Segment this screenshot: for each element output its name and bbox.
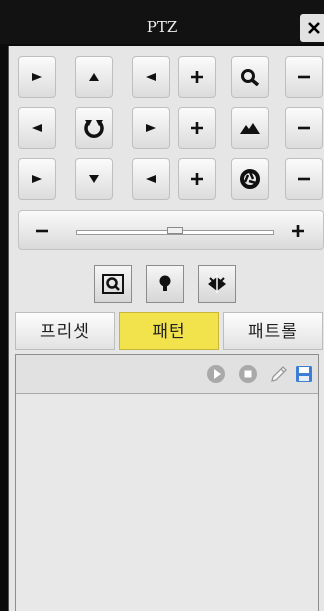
pan-left-button[interactable] [18, 107, 56, 149]
arrow-down-right-icon [146, 175, 156, 183]
list-toolbar [16, 355, 318, 394]
home-reset-icon [84, 120, 104, 138]
tab-patrol[interactable]: 패트롤 [223, 312, 323, 350]
pan-up-right-button[interactable] [132, 56, 170, 98]
zoom-in-button[interactable] [178, 56, 216, 98]
ptz-panel: 프리셋 패턴 패트롤 [8, 46, 324, 611]
iris-icon [240, 169, 260, 189]
minus-icon [298, 75, 310, 79]
tab-pattern[interactable]: 패턴 [119, 312, 219, 350]
iris-close-button[interactable] [285, 158, 323, 200]
window-title: PTZ [146, 18, 178, 36]
arrow-right-icon [146, 124, 156, 132]
arrow-up-icon [89, 73, 99, 81]
pan-right-button[interactable] [132, 107, 170, 149]
pan-up-button[interactable] [75, 56, 113, 98]
pan-up-left-button[interactable] [18, 56, 56, 98]
stop-button[interactable] [238, 364, 258, 384]
arrow-down-left-icon [32, 175, 42, 183]
home-reset-button[interactable] [75, 107, 113, 149]
plus-icon[interactable] [290, 223, 306, 239]
iris-label-button[interactable] [231, 158, 269, 200]
pan-down-left-button[interactable] [18, 158, 56, 200]
plus-icon [191, 122, 203, 134]
minus-icon [298, 177, 310, 181]
arrow-up-right-icon [146, 73, 156, 81]
light-icon [159, 275, 171, 291]
minus-icon [298, 126, 310, 130]
focus-far-button[interactable] [285, 107, 323, 149]
pan-down-right-button[interactable] [132, 158, 170, 200]
focus-near-button[interactable] [178, 107, 216, 149]
wiper-button[interactable] [198, 265, 236, 303]
plus-icon [191, 71, 203, 83]
plus-icon [191, 173, 203, 185]
wiper-icon [208, 275, 226, 293]
iris-open-button[interactable] [178, 158, 216, 200]
tab-preset[interactable]: 프리셋 [15, 312, 115, 350]
play-icon [207, 365, 225, 383]
save-icon [296, 366, 312, 382]
title-bar: PTZ [0, 0, 324, 44]
edit-button[interactable] [269, 364, 289, 384]
stop-icon [239, 365, 257, 383]
pattern-list[interactable] [15, 354, 319, 611]
arrow-left-icon [32, 124, 42, 132]
zoom-out-button[interactable] [285, 56, 323, 98]
play-button[interactable] [206, 364, 226, 384]
arrow-down-icon [89, 175, 99, 183]
close-icon [308, 22, 320, 34]
save-button[interactable] [294, 364, 314, 384]
light-button[interactable] [146, 265, 184, 303]
zoom-area-button[interactable] [94, 265, 132, 303]
zoom-icon [241, 69, 260, 86]
arrow-up-left-icon [32, 73, 42, 81]
focus-label-button[interactable] [231, 107, 269, 149]
focus-icon [240, 123, 260, 134]
speed-slider-thumb[interactable] [167, 227, 183, 234]
zoom-label-button[interactable] [231, 56, 269, 98]
close-button[interactable] [300, 14, 324, 42]
edit-icon [271, 366, 287, 382]
pan-down-button[interactable] [75, 158, 113, 200]
minus-icon[interactable] [34, 225, 50, 237]
zoom-frame-icon [102, 274, 124, 294]
